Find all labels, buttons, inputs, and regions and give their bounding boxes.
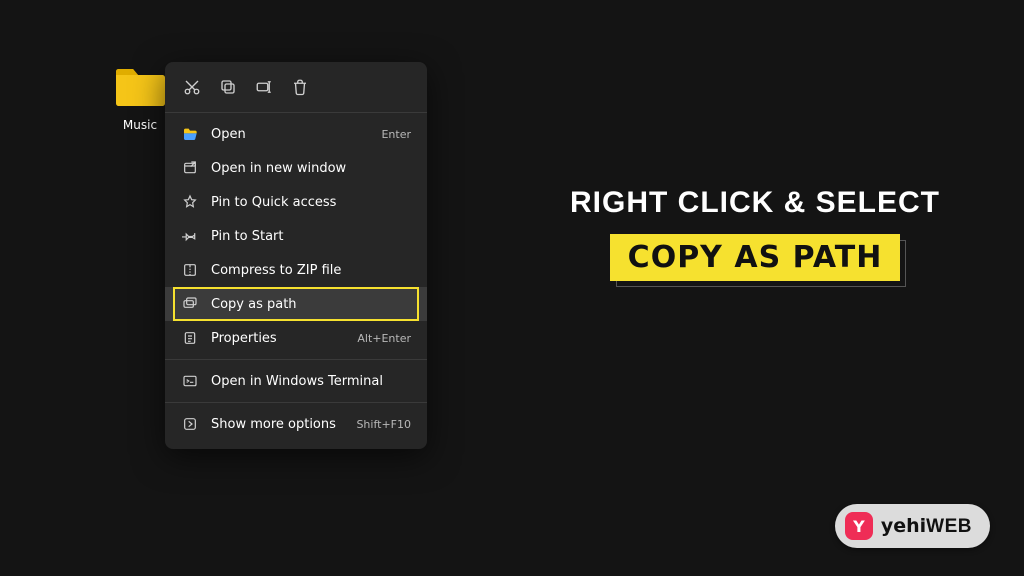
menu-item-label: Copy as path — [211, 297, 411, 312]
folder-open-icon — [181, 125, 199, 143]
menu-item-show-more-options[interactable]: Show more options Shift+F10 — [165, 407, 427, 441]
copy-icon[interactable] — [217, 76, 239, 98]
menu-item-open-new-window[interactable]: Open in new window — [165, 151, 427, 185]
menu-item-copy-as-path[interactable]: Copy as path — [165, 287, 427, 321]
menu-item-label: Pin to Quick access — [211, 195, 411, 210]
menu-item-label: Open in new window — [211, 161, 411, 176]
menu-item-open[interactable]: Open Enter — [165, 117, 427, 151]
rename-icon[interactable] — [253, 76, 275, 98]
menu-item-properties[interactable]: Properties Alt+Enter — [165, 321, 427, 355]
menu-item-pin-start[interactable]: Pin to Start — [165, 219, 427, 253]
instruction-heading: RIGHT CLICK & SELECT COPY AS PATH — [540, 186, 970, 281]
menu-item-label: Properties — [211, 331, 345, 346]
properties-icon — [181, 329, 199, 347]
instruction-line1: RIGHT CLICK & SELECT — [540, 186, 970, 220]
menu-item-shortcut: Shift+F10 — [356, 418, 411, 431]
menu-item-shortcut: Alt+Enter — [357, 332, 411, 345]
terminal-icon — [181, 372, 199, 390]
copy-path-icon — [181, 295, 199, 313]
instruction-line2: COPY AS PATH — [610, 234, 901, 281]
menu-item-pin-quick-access[interactable]: Pin to Quick access — [165, 185, 427, 219]
context-menu-toolbar — [165, 68, 427, 108]
menu-item-open-terminal[interactable]: Open in Windows Terminal — [165, 364, 427, 398]
delete-icon[interactable] — [289, 76, 311, 98]
menu-item-label: Compress to ZIP file — [211, 263, 411, 278]
star-icon — [181, 193, 199, 211]
menu-item-compress-zip[interactable]: Compress to ZIP file — [165, 253, 427, 287]
menu-item-label: Open in Windows Terminal — [211, 374, 411, 389]
zip-icon — [181, 261, 199, 279]
pin-icon — [181, 227, 199, 245]
logo-badge: Y — [845, 512, 873, 540]
folder-icon — [112, 62, 168, 110]
logo-text: yehiWEB — [881, 515, 972, 538]
menu-item-label: Open — [211, 127, 369, 142]
cut-icon[interactable] — [181, 76, 203, 98]
logo-part1: yehi — [881, 515, 926, 537]
menu-item-label: Show more options — [211, 417, 344, 432]
new-window-icon — [181, 159, 199, 177]
menu-item-shortcut: Enter — [381, 128, 411, 141]
more-options-icon — [181, 415, 199, 433]
logo-part2: WEB — [926, 516, 972, 537]
logo-pill: Y yehiWEB — [835, 504, 990, 548]
menu-item-label: Pin to Start — [211, 229, 411, 244]
context-menu: Open Enter Open in new window Pin to Qui… — [165, 62, 427, 449]
